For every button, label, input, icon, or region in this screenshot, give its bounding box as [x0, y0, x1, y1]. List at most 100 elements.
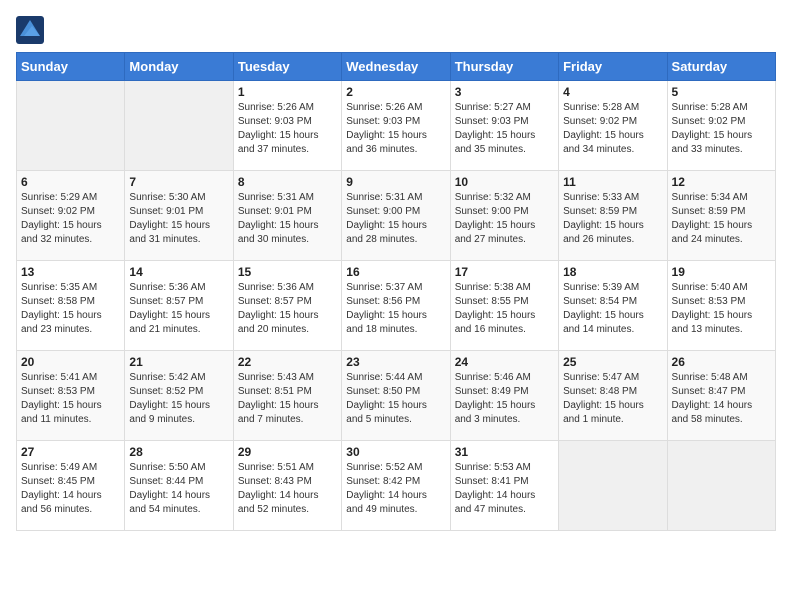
- day-info: Sunrise: 5:39 AM Sunset: 8:54 PM Dayligh…: [563, 281, 662, 337]
- day-number: 3: [455, 85, 554, 99]
- day-number: 27: [21, 445, 120, 459]
- calendar-week-1: 1 Sunrise: 5:26 AM Sunset: 9:03 PM Daylig…: [17, 81, 776, 171]
- day-number: 21: [129, 355, 228, 369]
- page-header: [16, 16, 776, 44]
- day-number: 20: [21, 355, 120, 369]
- calendar-week-4: 20 Sunrise: 5:41 AM Sunset: 8:53 PM Dayli…: [17, 351, 776, 441]
- day-number: 28: [129, 445, 228, 459]
- calendar-week-3: 13 Sunrise: 5:35 AM Sunset: 8:58 PM Dayli…: [17, 261, 776, 351]
- day-info: Sunrise: 5:47 AM Sunset: 8:48 PM Dayligh…: [563, 371, 662, 427]
- calendar-cell: 17 Sunrise: 5:38 AM Sunset: 8:55 PM Dayli…: [450, 261, 558, 351]
- day-number: 15: [238, 265, 337, 279]
- day-info: Sunrise: 5:28 AM Sunset: 9:02 PM Dayligh…: [563, 101, 662, 157]
- weekday-header-wednesday: Wednesday: [342, 53, 450, 81]
- calendar-cell: 19Sunrise: 5:40 AM Sunset: 8:53 PM Dayli…: [667, 261, 775, 351]
- weekday-header-saturday: Saturday: [667, 53, 775, 81]
- day-number: 13: [21, 265, 120, 279]
- day-info: Sunrise: 5:51 AM Sunset: 8:43 PM Dayligh…: [238, 461, 337, 517]
- calendar-cell: 22Sunrise: 5:43 AM Sunset: 8:51 PM Dayli…: [233, 351, 341, 441]
- day-number: 9: [346, 175, 445, 189]
- calendar-header: SundayMondayTuesdayWednesdayThursdayFrid…: [17, 53, 776, 81]
- day-info: Sunrise: 5:49 AM Sunset: 8:45 PM Dayligh…: [21, 461, 120, 517]
- day-number: 24: [455, 355, 554, 369]
- calendar-cell: 26Sunrise: 5:48 AM Sunset: 8:47 PM Dayli…: [667, 351, 775, 441]
- day-info: Sunrise: 5:35 AM Sunset: 8:58 PM Dayligh…: [21, 281, 120, 337]
- day-info: Sunrise: 5:27 AM Sunset: 9:03 PM Dayligh…: [455, 101, 554, 157]
- day-number: 11: [563, 175, 662, 189]
- calendar-cell: 15 Sunrise: 5:36 AM Sunset: 8:57 PM Dayli…: [233, 261, 341, 351]
- calendar-cell: 12 Sunrise: 5:34 AM Sunset: 8:59 PM Dayli…: [667, 171, 775, 261]
- day-info: Sunrise: 5:26 AM Sunset: 9:03 PM Dayligh…: [238, 101, 337, 157]
- calendar-cell: 3 Sunrise: 5:27 AM Sunset: 9:03 PM Daylig…: [450, 81, 558, 171]
- day-number: 29: [238, 445, 337, 459]
- calendar-cell: 18Sunrise: 5:39 AM Sunset: 8:54 PM Dayli…: [559, 261, 667, 351]
- calendar-cell: 11 Sunrise: 5:33 AM Sunset: 8:59 PM Dayli…: [559, 171, 667, 261]
- day-number: 14: [129, 265, 228, 279]
- day-number: 25: [563, 355, 662, 369]
- calendar-cell: [559, 441, 667, 531]
- day-info: Sunrise: 5:30 AM Sunset: 9:01 PM Dayligh…: [129, 191, 228, 247]
- calendar-cell: 21Sunrise: 5:42 AM Sunset: 8:52 PM Dayli…: [125, 351, 233, 441]
- calendar-body: 1 Sunrise: 5:26 AM Sunset: 9:03 PM Daylig…: [17, 81, 776, 531]
- day-info: Sunrise: 5:52 AM Sunset: 8:42 PM Dayligh…: [346, 461, 445, 517]
- calendar-cell: 8 Sunrise: 5:31 AM Sunset: 9:01 PM Daylig…: [233, 171, 341, 261]
- day-info: Sunrise: 5:26 AM Sunset: 9:03 PM Dayligh…: [346, 101, 445, 157]
- day-number: 4: [563, 85, 662, 99]
- calendar-cell: 27 Sunrise: 5:49 AM Sunset: 8:45 PM Dayli…: [17, 441, 125, 531]
- day-info: Sunrise: 5:33 AM Sunset: 8:59 PM Dayligh…: [563, 191, 662, 247]
- logo-icon: [16, 16, 44, 44]
- calendar-table: SundayMondayTuesdayWednesdayThursdayFrid…: [16, 52, 776, 531]
- calendar-cell: 30 Sunrise: 5:52 AM Sunset: 8:42 PM Dayli…: [342, 441, 450, 531]
- day-info: Sunrise: 5:38 AM Sunset: 8:55 PM Dayligh…: [455, 281, 554, 337]
- weekday-header-friday: Friday: [559, 53, 667, 81]
- day-info: Sunrise: 5:28 AM Sunset: 9:02 PM Dayligh…: [672, 101, 771, 157]
- day-number: 5: [672, 85, 771, 99]
- calendar-cell: [667, 441, 775, 531]
- calendar-cell: 14 Sunrise: 5:36 AM Sunset: 8:57 PM Dayli…: [125, 261, 233, 351]
- day-number: 30: [346, 445, 445, 459]
- calendar-week-5: 27 Sunrise: 5:49 AM Sunset: 8:45 PM Dayli…: [17, 441, 776, 531]
- day-info: Sunrise: 5:53 AM Sunset: 8:41 PM Dayligh…: [455, 461, 554, 517]
- day-info: Sunrise: 5:40 AM Sunset: 8:53 PM Dayligh…: [672, 281, 771, 337]
- logo: [16, 16, 48, 44]
- day-info: Sunrise: 5:36 AM Sunset: 8:57 PM Dayligh…: [238, 281, 337, 337]
- day-number: 22: [238, 355, 337, 369]
- calendar-cell: 24 Sunrise: 5:46 AM Sunset: 8:49 PM Dayli…: [450, 351, 558, 441]
- calendar-cell: 29 Sunrise: 5:51 AM Sunset: 8:43 PM Dayli…: [233, 441, 341, 531]
- day-info: Sunrise: 5:34 AM Sunset: 8:59 PM Dayligh…: [672, 191, 771, 247]
- weekday-row: SundayMondayTuesdayWednesdayThursdayFrid…: [17, 53, 776, 81]
- weekday-header-thursday: Thursday: [450, 53, 558, 81]
- day-number: 7: [129, 175, 228, 189]
- day-number: 8: [238, 175, 337, 189]
- day-info: Sunrise: 5:48 AM Sunset: 8:47 PM Dayligh…: [672, 371, 771, 427]
- day-info: Sunrise: 5:46 AM Sunset: 8:49 PM Dayligh…: [455, 371, 554, 427]
- weekday-header-tuesday: Tuesday: [233, 53, 341, 81]
- weekday-header-sunday: Sunday: [17, 53, 125, 81]
- day-number: 6: [21, 175, 120, 189]
- day-number: 23: [346, 355, 445, 369]
- day-number: 2: [346, 85, 445, 99]
- calendar-cell: [17, 81, 125, 171]
- calendar-cell: 10Sunrise: 5:32 AM Sunset: 9:00 PM Dayli…: [450, 171, 558, 261]
- calendar-cell: 13 Sunrise: 5:35 AM Sunset: 8:58 PM Dayli…: [17, 261, 125, 351]
- day-info: Sunrise: 5:50 AM Sunset: 8:44 PM Dayligh…: [129, 461, 228, 517]
- calendar-cell: 1 Sunrise: 5:26 AM Sunset: 9:03 PM Daylig…: [233, 81, 341, 171]
- day-info: Sunrise: 5:37 AM Sunset: 8:56 PM Dayligh…: [346, 281, 445, 337]
- day-info: Sunrise: 5:31 AM Sunset: 9:01 PM Dayligh…: [238, 191, 337, 247]
- day-number: 12: [672, 175, 771, 189]
- calendar-cell: 4 Sunrise: 5:28 AM Sunset: 9:02 PM Daylig…: [559, 81, 667, 171]
- calendar-cell: 6Sunrise: 5:29 AM Sunset: 9:02 PM Daylig…: [17, 171, 125, 261]
- day-info: Sunrise: 5:44 AM Sunset: 8:50 PM Dayligh…: [346, 371, 445, 427]
- calendar-cell: 7 Sunrise: 5:30 AM Sunset: 9:01 PM Daylig…: [125, 171, 233, 261]
- calendar-cell: 2 Sunrise: 5:26 AM Sunset: 9:03 PM Daylig…: [342, 81, 450, 171]
- day-number: 17: [455, 265, 554, 279]
- day-info: Sunrise: 5:36 AM Sunset: 8:57 PM Dayligh…: [129, 281, 228, 337]
- day-info: Sunrise: 5:41 AM Sunset: 8:53 PM Dayligh…: [21, 371, 120, 427]
- day-number: 1: [238, 85, 337, 99]
- day-number: 10: [455, 175, 554, 189]
- calendar-cell: 31Sunrise: 5:53 AM Sunset: 8:41 PM Dayli…: [450, 441, 558, 531]
- calendar-cell: 25 Sunrise: 5:47 AM Sunset: 8:48 PM Dayli…: [559, 351, 667, 441]
- calendar-cell: 20 Sunrise: 5:41 AM Sunset: 8:53 PM Dayli…: [17, 351, 125, 441]
- calendar-cell: [125, 81, 233, 171]
- calendar-week-2: 6Sunrise: 5:29 AM Sunset: 9:02 PM Daylig…: [17, 171, 776, 261]
